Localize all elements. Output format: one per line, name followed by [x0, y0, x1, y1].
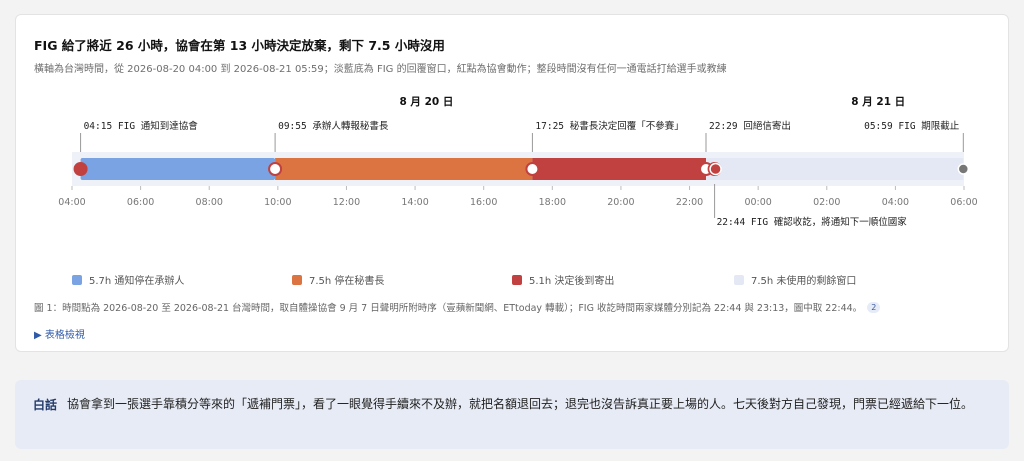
- tick-label: 12:00: [333, 197, 360, 208]
- tick-label: 00:00: [744, 197, 771, 208]
- timeline-segment: [275, 158, 533, 180]
- legend-item: 7.5h 停在秘書長: [292, 272, 384, 287]
- chart-card: FIG 給了將近 26 小時，協會在第 13 小時決定放棄，剩下 7.5 小時沒…: [15, 14, 1009, 352]
- table-view-toggle[interactable]: ▶ 表格檢視: [34, 326, 85, 341]
- timeline-segment: [706, 158, 964, 180]
- legend-swatch: [512, 274, 522, 285]
- event-marker: [957, 163, 970, 175]
- legend-label: 5.7h 通知停在承辦人: [89, 276, 185, 287]
- event-label: 22:29 回絕信寄出: [709, 120, 791, 132]
- plain-label: 白話: [33, 398, 58, 412]
- day-label: 8 月 20 日: [399, 96, 453, 108]
- event-label: 04:15 FIG 通知到達協會: [84, 120, 199, 132]
- plain-text: 協會拿到一張選手靠積分等來的「遞補門票」，看了一眼覺得手續來不及辦，就把名額退回…: [67, 397, 974, 411]
- event-label: 09:55 承辦人轉報秘書長: [278, 120, 389, 132]
- legend-item: 5.1h 決定後到寄出: [512, 272, 614, 287]
- figure-note: 圖 1：時間點為 2026-08-20 至 2026-08-21 台灣時間，取自…: [34, 300, 881, 314]
- event-marker-filled: [709, 162, 722, 176]
- event-marker: [268, 162, 283, 176]
- tick-label: 18:00: [539, 197, 566, 208]
- event-label: 22:44 FIG 確認收訖，將通知下一順位國家: [717, 216, 908, 228]
- footnote-badge[interactable]: 2: [867, 302, 881, 313]
- tick-label: 06:00: [950, 197, 977, 208]
- timeline-segment: [80, 158, 276, 180]
- tick-label: 10:00: [264, 197, 291, 208]
- legend-label: 5.1h 決定後到寄出: [529, 276, 615, 287]
- tick-label: 04:00: [58, 197, 85, 208]
- legend-label: 7.5h 未使用的剩餘窗口: [751, 276, 857, 287]
- event-label: 05:59 FIG 期限截止: [864, 120, 960, 132]
- event-marker: [73, 162, 88, 176]
- legend-label: 7.5h 停在秘書長: [309, 276, 385, 287]
- figure-note-text: 圖 1：時間點為 2026-08-20 至 2026-08-21 台灣時間，取自…: [34, 303, 863, 314]
- plain-language-box: 白話 協會拿到一張選手靠積分等來的「遞補門票」，看了一眼覺得手續來不及辦，就把名…: [15, 380, 1009, 449]
- legend-swatch: [292, 274, 302, 285]
- legend-swatch: [734, 274, 744, 285]
- tick-label: 20:00: [607, 197, 634, 208]
- legend-item: 5.7h 通知停在承辦人: [72, 272, 184, 287]
- tick-label: 02:00: [813, 197, 840, 208]
- day-label: 8 月 21 日: [851, 96, 905, 108]
- tick-label: 14:00: [401, 197, 428, 208]
- timeline-segment: [532, 158, 707, 180]
- chart-legend: 5.7h 通知停在承辦人 7.5h 停在秘書長 5.1h 決定後到寄出 7.5h 未使…: [16, 272, 1010, 288]
- event-label: 17:25 秘書長決定回覆「不參賽」: [535, 120, 683, 132]
- tick-label: 06:00: [127, 197, 154, 208]
- tick-label: 04:00: [882, 197, 909, 208]
- tick-label: 16:00: [470, 197, 497, 208]
- legend-swatch: [72, 274, 82, 285]
- timeline-chart: 8 月 20 日 8 月 21 日 04:00 06:00 08:00 10:00 12:0…: [58, 96, 977, 228]
- event-marker: [525, 162, 540, 176]
- legend-item: 7.5h 未使用的剩餘窗口: [734, 272, 856, 287]
- tick-label: 08:00: [196, 197, 223, 208]
- tick-label: 22:00: [676, 197, 703, 208]
